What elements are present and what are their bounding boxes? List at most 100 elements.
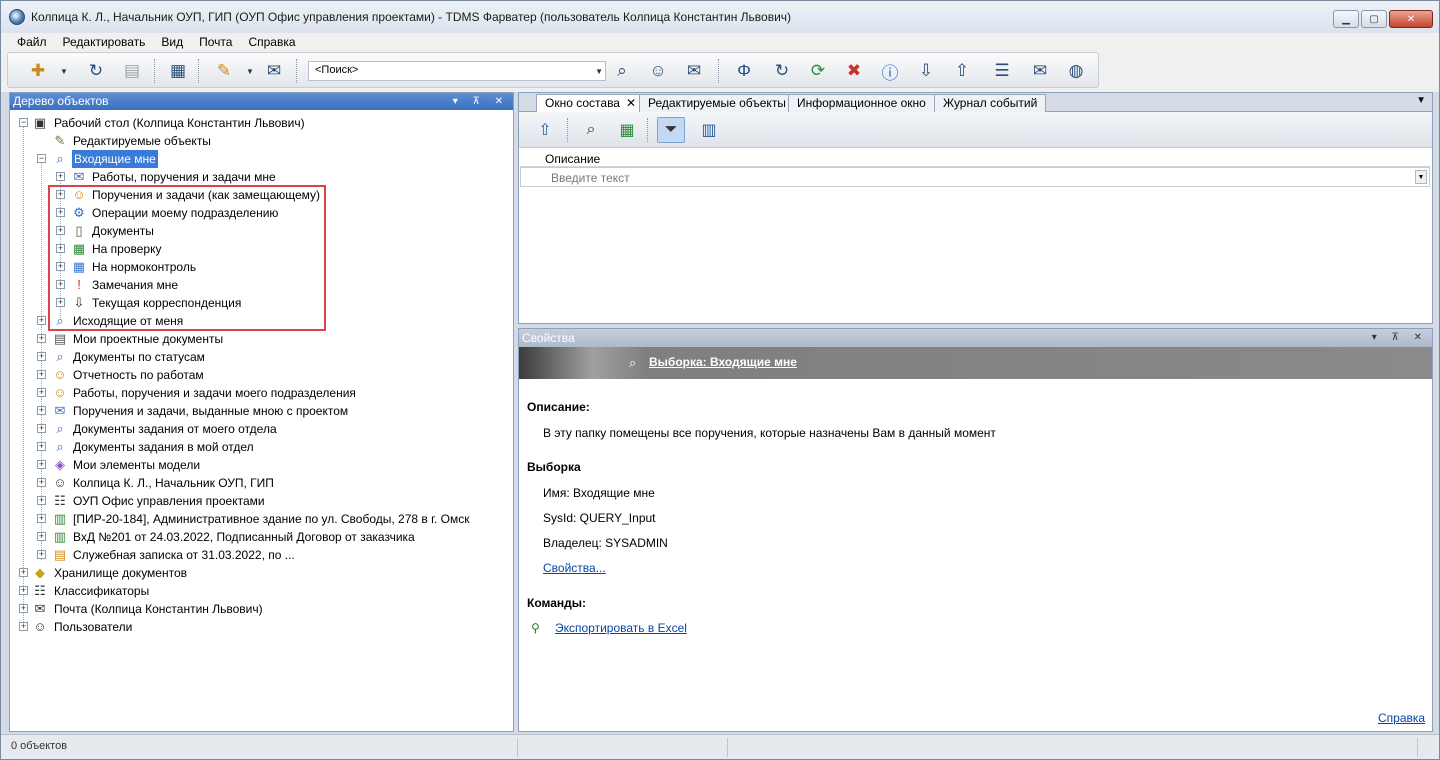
messages-icon[interactable]: ☰ (990, 59, 1014, 83)
export-excel-link[interactable]: Экспортировать в Excel (555, 621, 687, 635)
tree-item-review[interactable]: + ▦ На проверку (10, 240, 513, 258)
collapse-icon[interactable]: − (19, 118, 28, 127)
new-object-dropdown-icon[interactable]: ▼ (60, 67, 68, 76)
disconnect-icon[interactable]: ✖ (842, 59, 866, 83)
maximize-button[interactable]: ▢ (1361, 10, 1387, 28)
menu-help[interactable]: Справка (240, 35, 303, 49)
tree-item-status-docs[interactable]: + ⌕ Документы по статусам (10, 348, 513, 366)
tree-item-incoming-doc[interactable]: + ▥ ВхД №201 от 24.03.2022, Подписанный … (10, 528, 513, 546)
expand-icon[interactable]: + (56, 244, 65, 253)
check-in-icon[interactable]: ⇩ (914, 59, 938, 83)
tab-info-window[interactable]: Информационное окно (788, 94, 935, 112)
compose-icon[interactable]: ✎ (212, 59, 236, 83)
tree-item-dept-assign-docs[interactable]: + ⌕ Документы задания от моего отдела (10, 420, 513, 438)
up-level-icon[interactable]: ⇧ (531, 117, 559, 143)
expand-icon[interactable]: + (37, 514, 46, 523)
search-dropdown-icon[interactable]: ▼ (595, 67, 603, 76)
tree-item-remarks[interactable]: + ! Замечания мне (10, 276, 513, 294)
tree-item-project[interactable]: + ▥ [ПИР-20-184], Административное здани… (10, 510, 513, 528)
panel-controls[interactable]: ▾ ⊼ ✕ (1372, 329, 1428, 347)
tree-item-deputy-tasks[interactable]: + ☺ Поручения и задачи (как замещающему) (10, 186, 513, 204)
tree-item-incoming-assign-docs[interactable]: + ⌕ Документы задания в мой отдел (10, 438, 513, 456)
export-excel-icon[interactable]: ▦ (613, 117, 641, 143)
filter-dropdown-icon[interactable]: ▼ (1415, 170, 1427, 184)
properties-link[interactable]: Свойства... (543, 561, 606, 575)
expand-icon[interactable]: + (56, 190, 65, 199)
grid-filter-row[interactable]: Введите текст ▼ (520, 167, 1430, 187)
paste-icon[interactable]: ▦ (166, 59, 190, 83)
tree-item-model-elements[interactable]: + ◈ Мои элементы модели (10, 456, 513, 474)
expand-icon[interactable]: + (37, 532, 46, 541)
web-icon[interactable]: ◍ (1064, 59, 1088, 83)
expand-icon[interactable]: + (37, 316, 46, 325)
expand-icon[interactable]: + (37, 550, 46, 559)
expand-icon[interactable]: + (37, 442, 46, 451)
tree-item-classifiers[interactable]: + ☷ Классификаторы (10, 582, 513, 600)
expand-icon[interactable]: + (56, 172, 65, 181)
tree-item-storage[interactable]: + ◆ Хранилище документов (10, 564, 513, 582)
panel-controls[interactable]: ▾ ⊼ ✕ (453, 93, 509, 110)
expand-icon[interactable]: + (37, 460, 46, 469)
tab-event-log[interactable]: Журнал событий (934, 94, 1047, 112)
expand-icon[interactable]: + (37, 334, 46, 343)
tree-item-users[interactable]: + ☺ Пользователи (10, 618, 513, 636)
tree-item-org-structure[interactable]: + ☷ ОУП Офис управления проектами (10, 492, 513, 510)
tree-item-user-role[interactable]: + ☺ Колпица К. Л., Начальник ОУП, ГИП (10, 474, 513, 492)
tab-edit-objects[interactable]: Редактируемые объекты (639, 94, 795, 112)
tree-item-department-ops[interactable]: + ⚙ Операции моему подразделению (10, 204, 513, 222)
menu-view[interactable]: Вид (153, 35, 191, 49)
tree-item-issued-tasks[interactable]: + ✉ Поручения и задачи, выданные мною с … (10, 402, 513, 420)
expand-icon[interactable]: + (19, 586, 28, 595)
search-input[interactable]: <Поиск> ▼ (308, 61, 606, 81)
expand-icon[interactable]: + (37, 370, 46, 379)
tree-item-memo[interactable]: + ▤ Служебная записка от 31.03.2022, по … (10, 546, 513, 564)
tree-item-documents[interactable]: + ▯ Документы (10, 222, 513, 240)
expand-icon[interactable]: + (56, 298, 65, 307)
expand-icon[interactable]: + (56, 226, 65, 235)
search-user-icon[interactable]: ☺ (646, 59, 670, 83)
search-mail-icon[interactable]: ✉ (682, 59, 706, 83)
expand-icon[interactable]: + (37, 352, 46, 361)
view-list-icon[interactable]: ⌕ (577, 117, 605, 143)
menu-file[interactable]: Файл (9, 35, 55, 49)
close-tab-icon[interactable]: ✕ (626, 96, 636, 110)
tree-item-edit-objects[interactable]: ✎ Редактируемые объекты (10, 132, 513, 150)
expand-icon[interactable]: + (19, 568, 28, 577)
tree-item-my-tasks[interactable]: + ✉ Работы, поручения и задачи мне (10, 168, 513, 186)
tree-item-correspondence[interactable]: + ⇩ Текущая корреспонденция (10, 294, 513, 312)
send-mail-icon[interactable]: ✉ (262, 59, 286, 83)
search-folder-icon[interactable]: ⌕ (610, 59, 634, 83)
tabs-menu-icon[interactable]: ▼ (1416, 95, 1426, 106)
refresh-icon[interactable]: ↻ (84, 59, 108, 83)
info-icon[interactable]: ⓘ (878, 59, 902, 83)
tab-composition[interactable]: Окно состава ✕ (536, 94, 646, 113)
tree-item-dept-tasks[interactable]: + ☺ Работы, поручения и задачи моего под… (10, 384, 513, 402)
expand-icon[interactable]: + (56, 208, 65, 217)
compose-dropdown-icon[interactable]: ▼ (246, 67, 254, 76)
tree-item-norm-control[interactable]: + ▦ На нормоконтроль (10, 258, 513, 276)
collapse-icon[interactable]: − (37, 154, 46, 163)
reload-icon[interactable]: ↻ (770, 59, 794, 83)
selection-link[interactable]: Выборка: Входящие мне (649, 355, 797, 369)
expand-icon[interactable]: + (56, 262, 65, 271)
menu-edit[interactable]: Редактировать (55, 35, 154, 49)
close-button[interactable]: ✕ (1389, 10, 1433, 28)
expand-icon[interactable]: + (37, 478, 46, 487)
expand-icon[interactable]: + (37, 406, 46, 415)
tree-item-project-docs[interactable]: + ▤ Мои проектные документы (10, 330, 513, 348)
expand-icon[interactable]: + (56, 280, 65, 289)
clear-filter-icon[interactable]: ▥ (695, 117, 723, 143)
minimize-button[interactable]: ▁ (1333, 10, 1359, 28)
expand-icon[interactable]: + (19, 622, 28, 631)
tree-item-reports[interactable]: + ☺ Отчетность по работам (10, 366, 513, 384)
expand-icon[interactable]: + (37, 496, 46, 505)
expand-icon[interactable]: + (37, 388, 46, 397)
filter-input[interactable]: Введите текст (551, 171, 630, 185)
farvater-logo-icon[interactable]: Φ (732, 59, 756, 83)
tree-item-incoming[interactable]: − ⌕ Входящие мне (10, 150, 513, 168)
expand-icon[interactable]: + (37, 424, 46, 433)
menu-mail[interactable]: Почта (191, 35, 240, 49)
outbox-icon[interactable]: ✉ (1028, 59, 1052, 83)
tree-item-outgoing[interactable]: + ⌕ Исходящие от меня (10, 312, 513, 330)
tree-item-mail[interactable]: + ✉ Почта (Колпица Константин Львович) (10, 600, 513, 618)
